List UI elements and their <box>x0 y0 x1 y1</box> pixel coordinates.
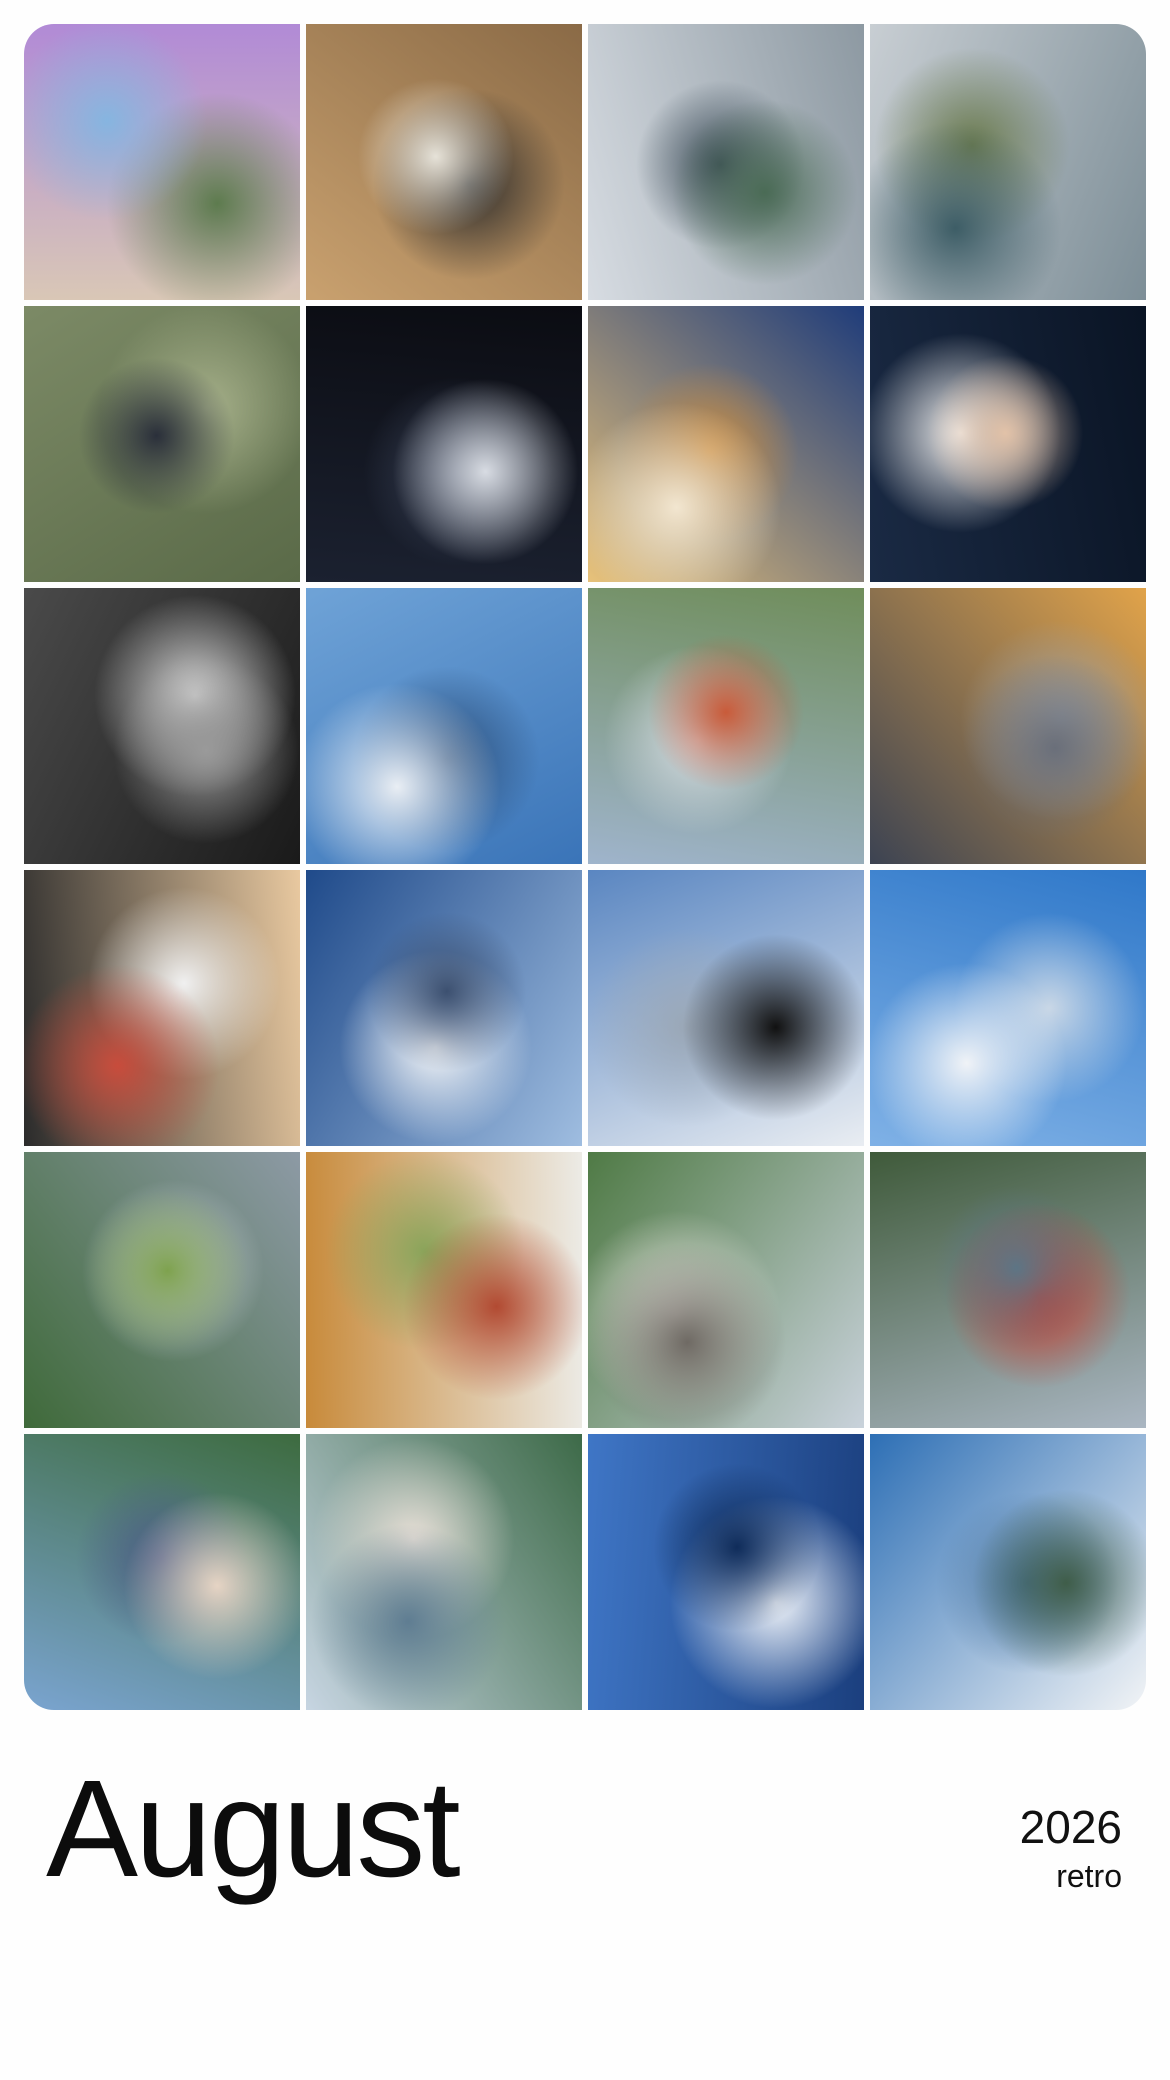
photo-collage-page: August 2026 retro <box>0 0 1170 2080</box>
photo-boarding-pass-window[interactable] <box>588 870 864 1146</box>
photo-woman-petting-black-cat[interactable] <box>24 306 300 582</box>
style-label: retro <box>1056 1858 1122 1894</box>
photo-ship-deck-balcony[interactable] <box>588 1152 864 1428</box>
photo-woman-ship-railing[interactable] <box>306 1434 582 1710</box>
photo-airplane-wing-runway[interactable] <box>588 588 864 864</box>
photo-two-friends-harbor[interactable] <box>24 1434 300 1710</box>
photo-flight-path-collage[interactable] <box>306 588 582 864</box>
photo-family-black-and-white[interactable] <box>24 588 300 864</box>
photo-wing-over-golf-course[interactable] <box>24 1152 300 1428</box>
photo-wing-above-clouds-sunlight[interactable] <box>306 870 582 1146</box>
photo-island-coastline-clouds[interactable] <box>870 1434 1146 1710</box>
photo-takeout-box-sandwich[interactable] <box>306 1152 582 1428</box>
photo-night-harbor-lights[interactable] <box>306 306 582 582</box>
photo-wing-over-cloud-sea[interactable] <box>870 870 1146 1146</box>
photo-coast-railing-woman[interactable] <box>588 24 864 300</box>
photo-harbor-red-ship[interactable] <box>870 1152 1146 1428</box>
photo-sandwich-in-hand[interactable] <box>24 870 300 1146</box>
collage-footer: August 2026 retro <box>0 1710 1170 2080</box>
photo-mirror-selfie-archway[interactable] <box>306 24 582 300</box>
photo-night-selfie-waterfront[interactable] <box>870 306 1146 582</box>
photo-sunset-airport-tarmac[interactable] <box>870 588 1146 864</box>
photo-bench-ocean-view[interactable] <box>870 24 1146 300</box>
photo-grid <box>24 24 1146 1710</box>
photo-burger-and-fries[interactable] <box>588 306 864 582</box>
photo-open-ocean-wake[interactable] <box>588 1434 864 1710</box>
year-label: 2026 <box>1019 1801 1122 1853</box>
month-title: August <box>46 1752 461 1906</box>
photo-pink-tumbler-laptop[interactable] <box>24 24 300 300</box>
